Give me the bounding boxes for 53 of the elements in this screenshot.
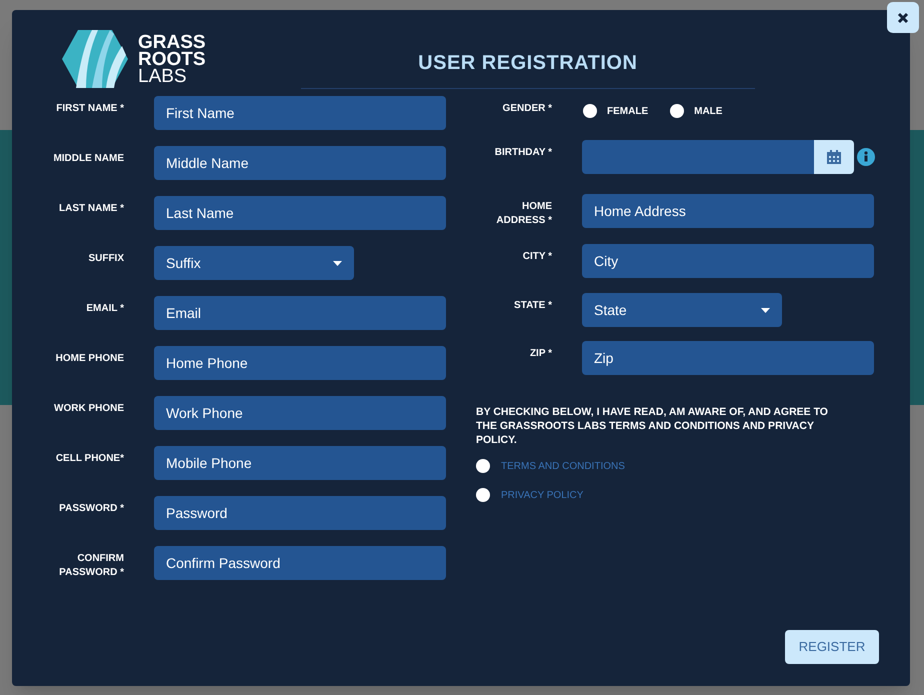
radio-button[interactable]	[476, 488, 490, 502]
field-label: WORK PHONE	[53, 402, 124, 416]
field-label: SUFFIX	[87, 252, 124, 266]
policy-link[interactable]: TERMS AND CONDITIONS	[501, 458, 625, 474]
field-label: BIRTHDAY *	[494, 146, 552, 160]
logo-icon	[62, 30, 128, 88]
input-field[interactable]: Work Phone	[154, 396, 446, 430]
input-field[interactable]: City	[582, 244, 874, 278]
date-field[interactable]	[582, 140, 814, 174]
input-field[interactable]: Mobile Phone	[154, 446, 446, 480]
close-icon	[897, 12, 909, 24]
register-button[interactable]: REGISTER	[785, 630, 879, 664]
input-field[interactable]: Last Name	[154, 196, 446, 230]
consent-text: BY CHECKING BELOW, I HAVE READ, AM AWARE OF, AND AGREE TO THE GRASSROOTS LABS TERMS AND CONDITIONS AND PRIVACY POLICY.	[476, 405, 829, 447]
option-label: FEMALE	[607, 104, 648, 118]
field-label: HOME PHONE	[54, 352, 124, 366]
select-dropdown[interactable]: State	[582, 293, 782, 327]
radio-button[interactable]	[583, 104, 597, 118]
close-button[interactable]	[887, 2, 919, 33]
field-label: STATE *	[513, 299, 552, 313]
input-field[interactable]: Middle Name	[154, 146, 446, 180]
field-label: EMAIL *	[85, 302, 124, 316]
select-dropdown[interactable]: Suffix	[154, 246, 354, 280]
input-field[interactable]: Confirm Password	[154, 546, 446, 580]
calendar-button[interactable]	[814, 140, 854, 174]
input-field[interactable]: Home Address	[582, 194, 874, 228]
input-field[interactable]: Password	[154, 496, 446, 530]
field-label: HOME ADDRESS *	[495, 200, 552, 228]
field-label: CONFIRM PASSWORD *	[58, 552, 124, 580]
dialog-title: USER REGISTRATION	[418, 51, 638, 76]
field-label: LAST NAME *	[58, 202, 124, 216]
field-label: CELL PHONE*	[54, 452, 124, 466]
policy-link[interactable]: PRIVACY POLICY	[501, 488, 584, 502]
input-field[interactable]: Email	[154, 296, 446, 330]
calendar-icon	[827, 150, 841, 164]
input-field[interactable]: First Name	[154, 96, 446, 130]
info-icon[interactable]	[857, 148, 875, 166]
logo-text: GRASS	[138, 34, 206, 50]
radio-button[interactable]	[670, 104, 684, 118]
input-field[interactable]: Home Phone	[154, 346, 446, 380]
caret-icon	[333, 260, 342, 266]
logo-text: LABS	[138, 68, 188, 84]
caret-icon	[761, 308, 770, 312]
logo-text: ROOTS	[138, 50, 206, 68]
field-label: ZIP *	[528, 347, 552, 361]
field-label: CITY *	[522, 250, 552, 264]
field-label: FIRST NAME *	[55, 102, 124, 116]
field-label: GENDER *	[502, 102, 552, 116]
input-field[interactable]: Zip	[582, 341, 874, 375]
field-label: PASSWORD *	[58, 502, 124, 516]
option-label: MALE	[694, 104, 722, 118]
field-label: MIDDLE NAME	[52, 152, 124, 166]
radio-button[interactable]	[476, 459, 490, 473]
